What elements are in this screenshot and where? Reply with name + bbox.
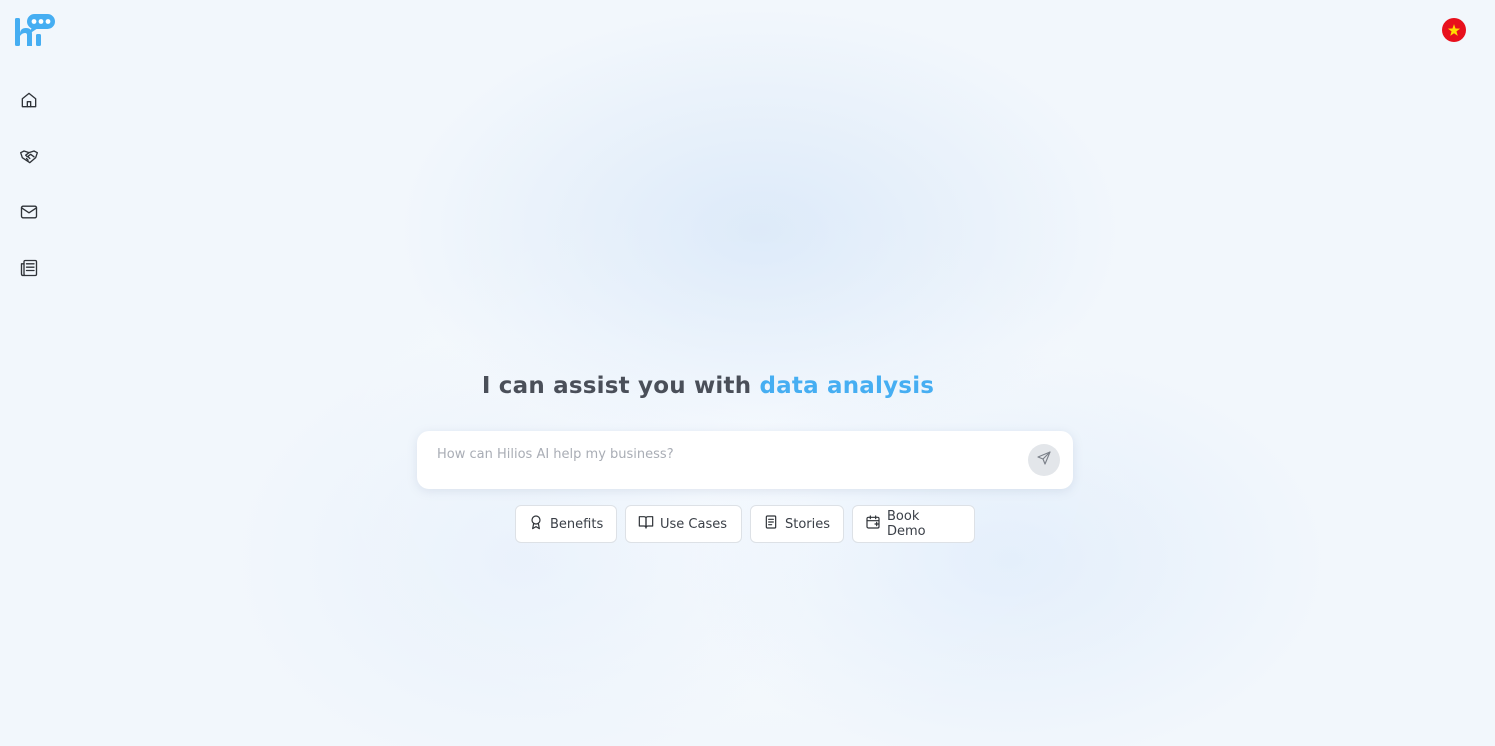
benefits-label: Benefits — [550, 516, 604, 532]
home-icon — [19, 90, 39, 114]
sidebar-nav — [17, 90, 41, 314]
calendar-plus-icon — [865, 514, 887, 534]
send-button[interactable] — [1028, 444, 1060, 476]
sidebar-item-home[interactable] — [17, 90, 41, 114]
book-open-icon — [638, 514, 660, 534]
hero-headline: I can assist you with data analysis — [0, 373, 1416, 399]
vietnam-flag-icon[interactable] — [1442, 18, 1466, 42]
award-icon — [528, 514, 550, 534]
sidebar-item-contact[interactable] — [17, 202, 41, 226]
chat-input[interactable] — [437, 443, 1007, 465]
document-icon — [763, 514, 785, 534]
use-cases-label: Use Cases — [660, 516, 728, 532]
handshake-icon — [19, 146, 39, 170]
use-cases-button[interactable]: Use Cases — [625, 505, 742, 543]
hero-prefix: I can assist you with — [481, 373, 752, 399]
sidebar-item-partners[interactable] — [17, 146, 41, 170]
chat-input-box — [417, 431, 1073, 489]
newspaper-icon — [19, 258, 39, 282]
mail-icon — [19, 202, 39, 226]
stories-button[interactable]: Stories — [750, 505, 844, 543]
book-demo-label: Book Demo — [887, 509, 926, 539]
sidebar-item-news[interactable] — [17, 258, 41, 282]
hilios-logo-icon[interactable] — [14, 14, 56, 48]
stories-label: Stories — [785, 516, 831, 532]
send-icon — [1036, 450, 1052, 470]
suggestion-chips: Benefits Use Cases Stories Book Demo — [515, 505, 975, 543]
book-demo-button[interactable]: Book Demo — [852, 505, 975, 543]
benefits-button[interactable]: Benefits — [515, 505, 617, 543]
hero-highlight: data analysis — [759, 373, 935, 399]
